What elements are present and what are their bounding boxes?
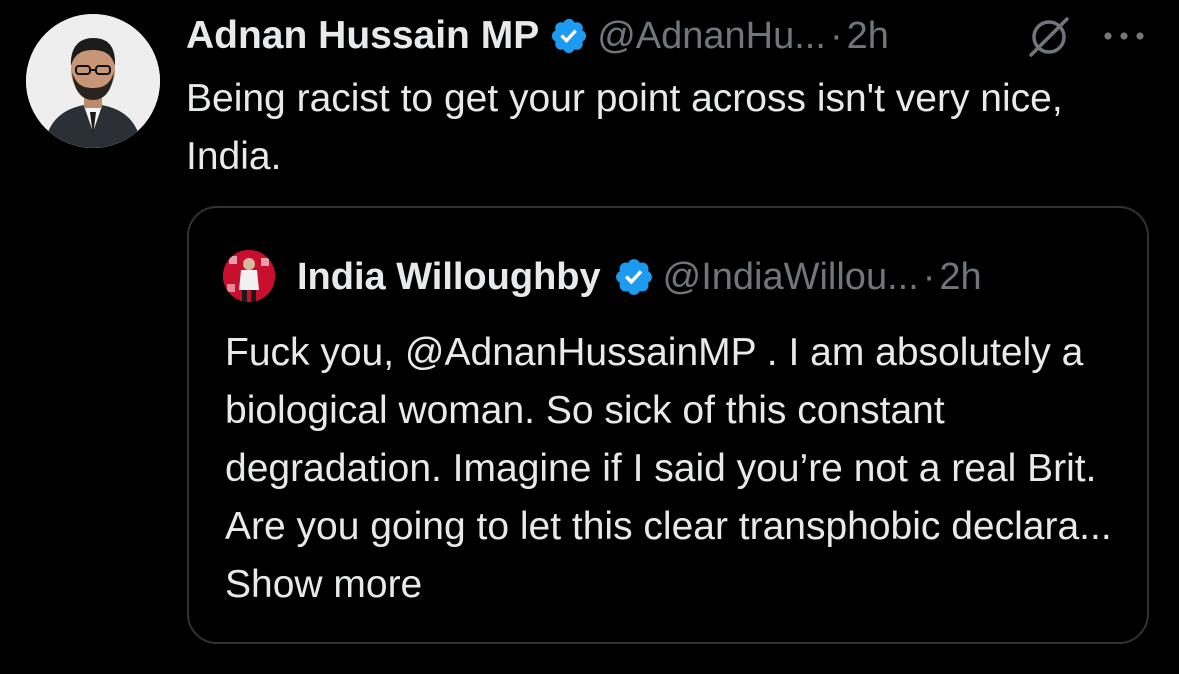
avatar-photo [26,14,160,148]
tweet-header: Adnan Hussain MP @AdnanHu... · 2h [186,10,1146,62]
tweet-text: Being racist to get your point across is… [186,77,1074,178]
show-more-link[interactable]: Show more [225,563,422,606]
verified-badge-icon[interactable] [549,16,589,56]
author-name[interactable]: Adnan Hussain MP [186,14,539,58]
quote-verified-badge-icon[interactable] [613,256,655,298]
quote-timestamp[interactable]: 2h [939,256,981,299]
author-avatar[interactable] [26,14,160,148]
separator-dot: · [829,14,843,57]
quote-author-handle[interactable]: @IndiaWillou... [663,256,919,299]
author-handle[interactable]: @AdnanHu... [597,15,826,58]
quote-separator-dot: · [922,255,936,298]
quote-author-avatar[interactable] [223,250,275,302]
more-icon[interactable] [1100,22,1148,50]
quote-header: India Willoughby @IndiaWillou... · 2h [297,250,982,304]
quote-text: Fuck you, @AdnanHussainMP . I am absolut… [225,331,1112,548]
quoted-tweet[interactable]: India Willoughby @IndiaWillou... · 2h Fu… [187,206,1149,644]
grok-icon[interactable] [1026,14,1072,60]
quote-text-block: Fuck you, @AdnanHussainMP . I am absolut… [225,324,1125,614]
quote-author-name[interactable]: India Willoughby [297,256,601,299]
quote-avatar-photo [223,250,275,302]
timestamp[interactable]: 2h [847,15,889,58]
tweet[interactable]: Adnan Hussain MP @AdnanHu... · 2h Being … [0,0,1179,674]
